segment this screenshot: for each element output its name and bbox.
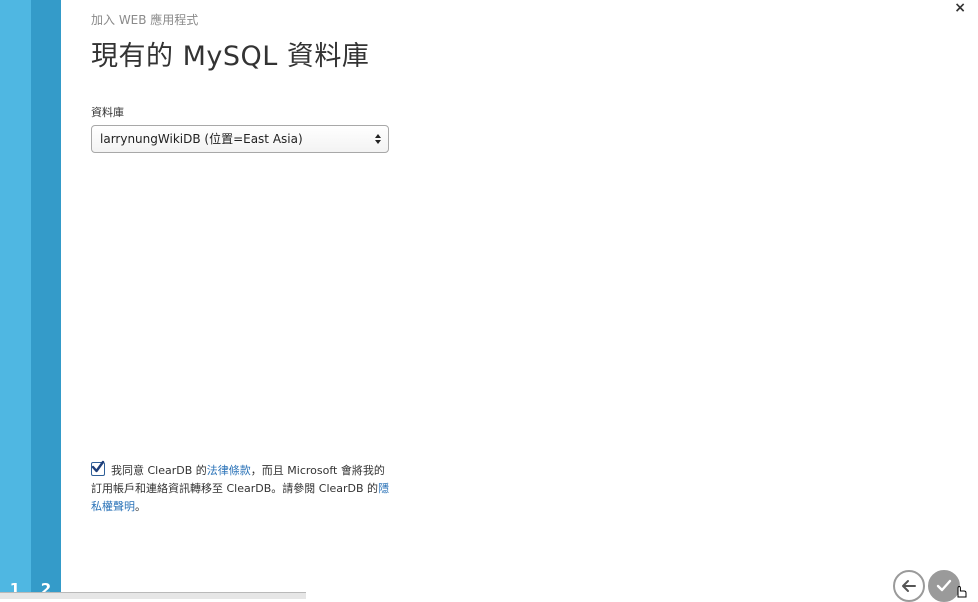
close-icon[interactable]: × bbox=[954, 0, 966, 16]
arrow-left-icon bbox=[902, 580, 916, 592]
database-label: 資料庫 bbox=[91, 106, 124, 119]
checkmark-icon bbox=[936, 579, 952, 592]
back-button[interactable] bbox=[893, 570, 925, 602]
terms-link[interactable]: 法律條款 bbox=[207, 464, 251, 477]
consent-text-3: 。 bbox=[135, 500, 146, 513]
select-arrows-icon bbox=[375, 134, 381, 144]
consent-checkbox[interactable] bbox=[91, 460, 105, 476]
wizard-subtitle: 加入 WEB 應用程式 bbox=[91, 13, 199, 27]
database-select-value: larrynungWikiDB (位置=East Asia) bbox=[100, 132, 303, 146]
database-select[interactable]: larrynungWikiDB (位置=East Asia) bbox=[91, 125, 389, 153]
consent-block: 我同意 ClearDB 的法律條款，而且 Microsoft 會將我的訂用帳戶和… bbox=[91, 460, 393, 516]
page-title: 現有的 MySQL 資料庫 bbox=[91, 41, 370, 72]
checkmark-icon bbox=[91, 460, 105, 473]
step-rail-2 bbox=[31, 0, 61, 598]
step-rail-1 bbox=[0, 0, 31, 598]
hand-cursor-icon bbox=[957, 585, 967, 598]
consent-text-1: 我同意 ClearDB 的 bbox=[111, 464, 207, 477]
